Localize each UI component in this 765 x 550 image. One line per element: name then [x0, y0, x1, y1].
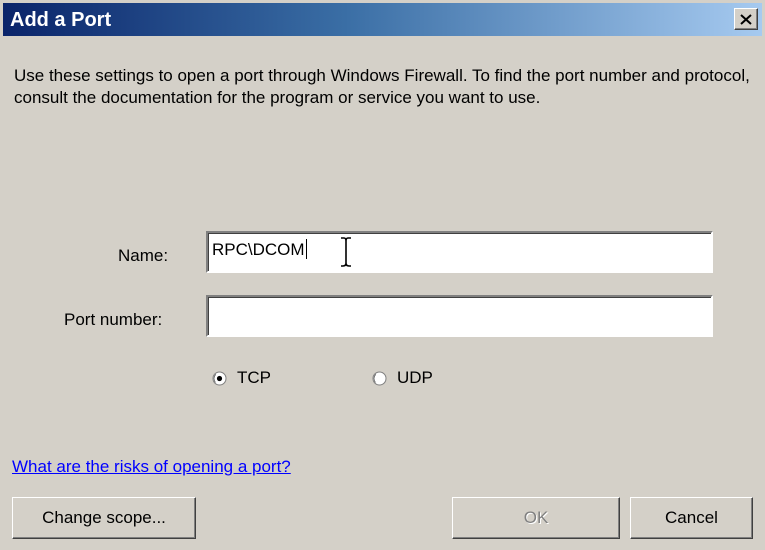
title-bar[interactable]: Add a Port	[3, 3, 762, 36]
text-cursor-icon	[341, 237, 351, 267]
radio-button-icon	[372, 371, 387, 385]
ok-button[interactable]: OK	[452, 497, 620, 539]
description-text: Use these settings to open a port throug…	[14, 66, 750, 107]
close-icon	[740, 13, 752, 25]
radio-button-icon	[212, 371, 227, 385]
radio-tcp[interactable]: TCP	[212, 367, 271, 389]
port-number-input[interactable]	[206, 295, 713, 337]
close-button[interactable]	[734, 8, 758, 30]
port-number-label: Port number:	[64, 310, 163, 329]
change-scope-button[interactable]: Change scope...	[12, 497, 196, 539]
name-label: Name:	[118, 246, 169, 265]
name-input[interactable]: RPC\DCOM	[206, 231, 713, 273]
radio-udp-label: UDP	[397, 368, 433, 387]
radio-udp[interactable]: UDP	[372, 367, 433, 389]
risks-help-link[interactable]: What are the risks of opening a port?	[12, 456, 291, 478]
cancel-button[interactable]: Cancel	[630, 497, 753, 539]
text-caret	[305, 239, 307, 259]
radio-tcp-label: TCP	[237, 368, 271, 387]
add-port-dialog: Add a Port Use these settings to open a …	[0, 0, 765, 550]
dialog-title: Add a Port	[10, 9, 112, 31]
name-input-value: RPC\DCOM	[212, 240, 305, 259]
